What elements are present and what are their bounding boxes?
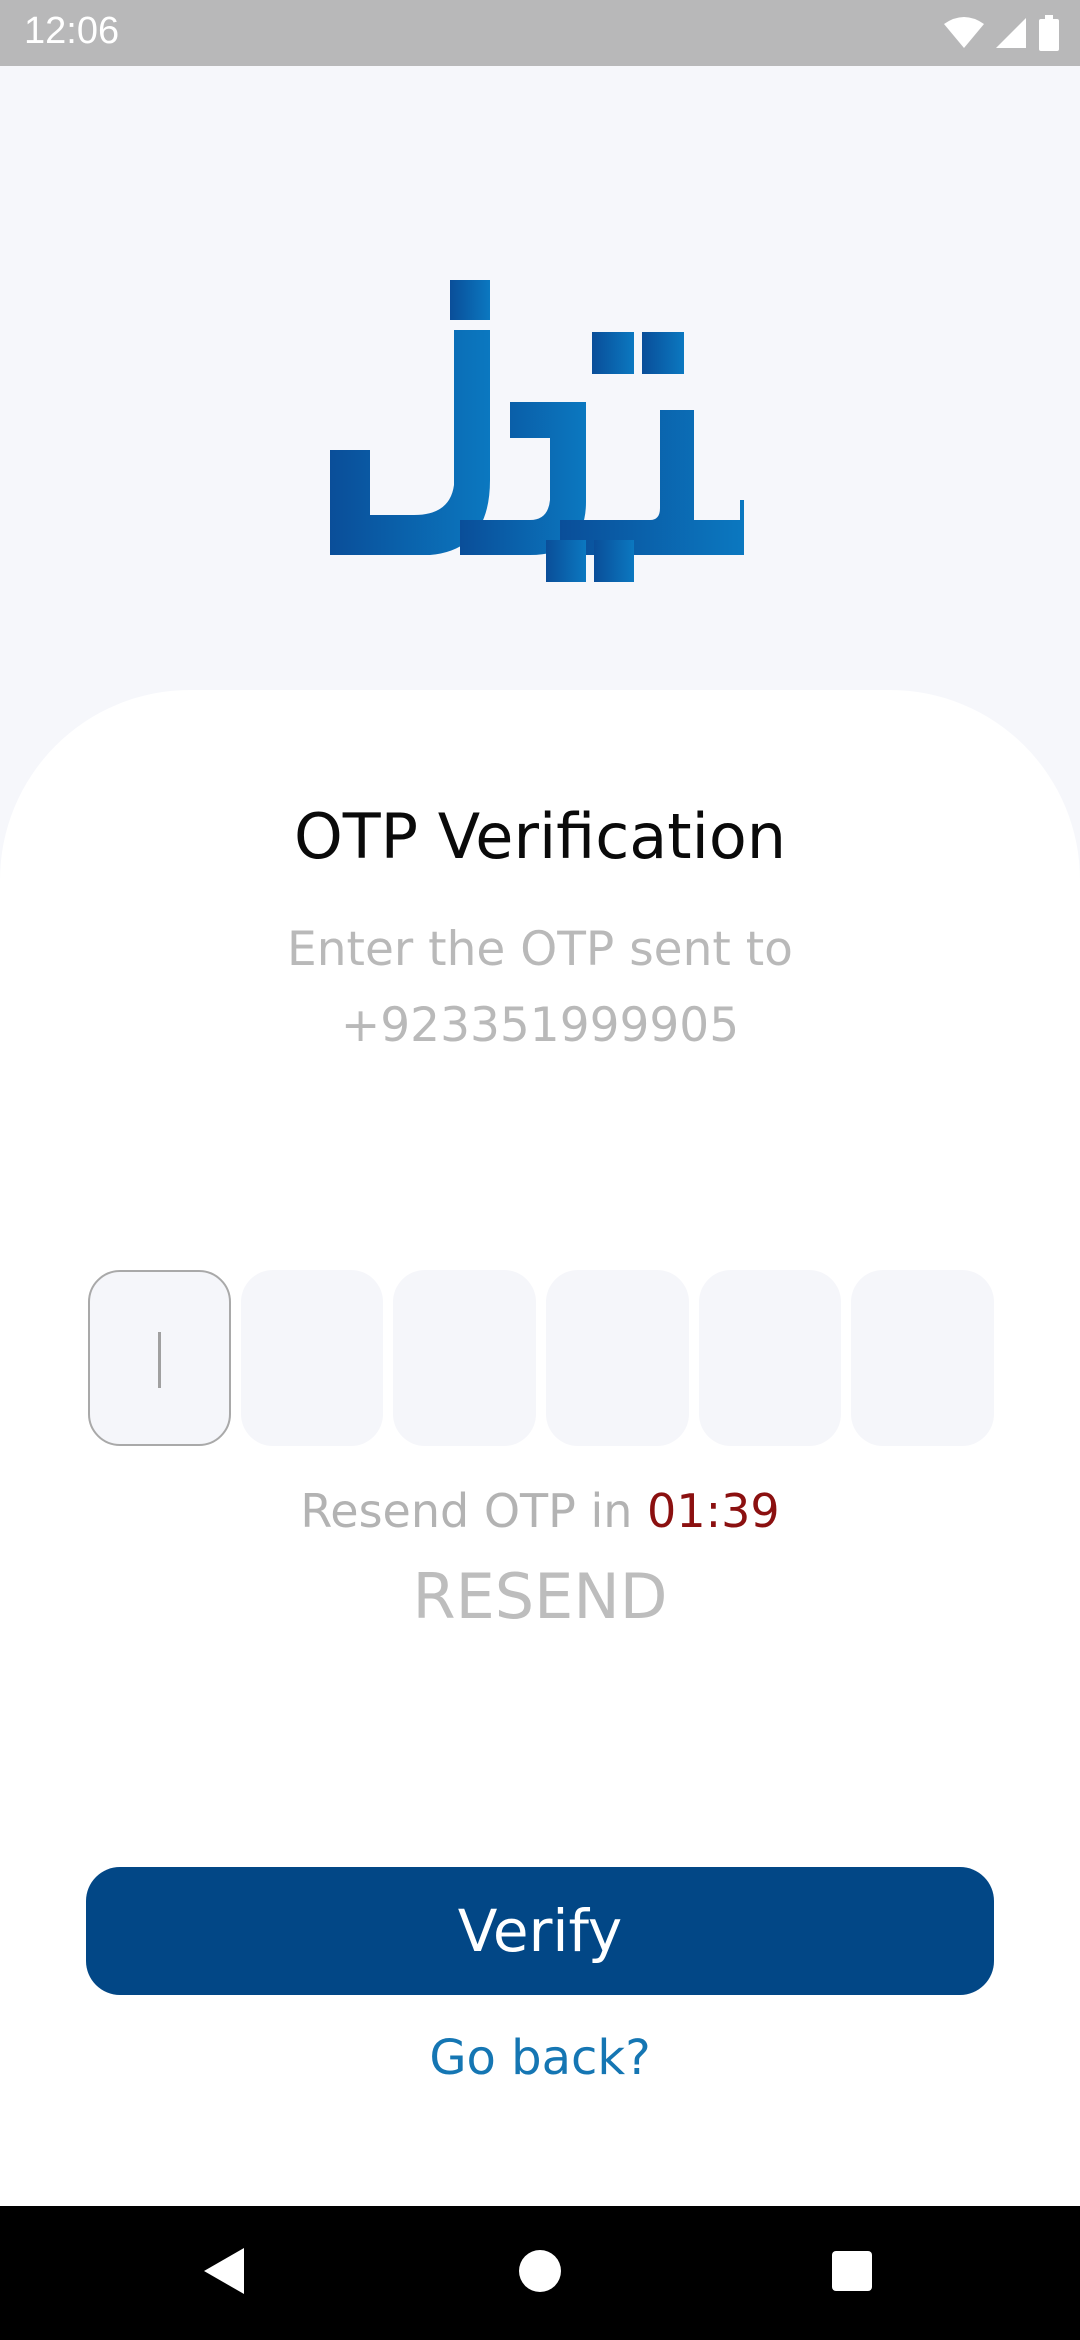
otp-digit-1[interactable] xyxy=(88,1270,231,1446)
subtitle-text: Enter the OTP sent to xyxy=(287,922,793,977)
signal-icon xyxy=(996,18,1026,48)
home-circle-icon[interactable] xyxy=(518,2244,562,2298)
resend-button[interactable]: RESEND xyxy=(0,1560,1080,1633)
otp-digit-3[interactable] xyxy=(393,1270,537,1446)
verify-button[interactable]: Verify xyxy=(86,1867,994,1995)
battery-icon xyxy=(1039,15,1059,51)
phone-number: +923351999905 xyxy=(340,998,740,1053)
status-icons xyxy=(944,14,1060,52)
otp-digit-4[interactable] xyxy=(546,1270,689,1446)
back-triangle-icon[interactable] xyxy=(200,2244,248,2298)
text-cursor xyxy=(158,1332,161,1388)
otp-digit-2[interactable] xyxy=(240,1270,384,1446)
page-title: OTP Verification xyxy=(293,800,787,873)
status-time: 12:06 xyxy=(24,10,120,52)
countdown-timer: 01:39 xyxy=(647,1484,780,1538)
tez-logo xyxy=(330,280,744,582)
otp-digit-5[interactable] xyxy=(698,1270,842,1446)
otp-input-row xyxy=(88,1270,995,1446)
system-nav-bar xyxy=(0,2206,1080,2340)
status-bar: 12:06 xyxy=(0,0,1080,66)
resend-countdown: Resend OTP in 01:39 xyxy=(0,1484,1080,1538)
recents-square-icon[interactable] xyxy=(830,2244,874,2298)
otp-instructions: Enter the OTP sent to +923351999905 xyxy=(0,912,1080,1064)
otp-digit-6[interactable] xyxy=(851,1270,995,1446)
go-back-link[interactable]: Go back? xyxy=(0,2030,1080,2086)
wifi-icon xyxy=(944,17,984,48)
resend-prefix: Resend OTP in xyxy=(300,1484,648,1538)
